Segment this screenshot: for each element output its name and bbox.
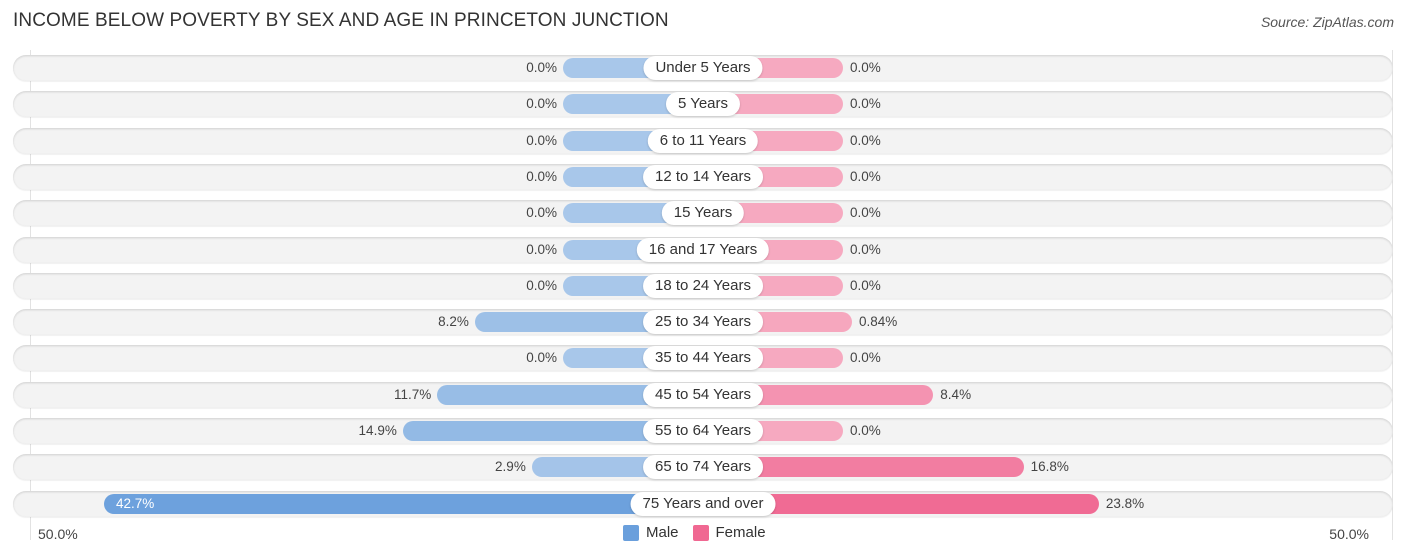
value-label-female: 0.0%	[850, 60, 881, 75]
category-label: 18 to 24 Years	[643, 273, 763, 298]
value-label-male: 8.2%	[438, 314, 469, 330]
value-label-male: 0.0%	[526, 132, 557, 148]
diverging-bar-chart: 0.0% 0.0% Under 5 Years 0.0% 0.0% 5 Years 0.0%…	[0, 0, 1406, 559]
value-label-female: 0.0%	[850, 241, 881, 257]
category-label: 65 to 74 Years	[643, 455, 763, 480]
value-label-male: 0.0%	[526, 350, 557, 366]
value-label-male: 0.0%	[526, 168, 557, 184]
category-label: 35 to 44 Years	[643, 346, 763, 371]
value-label-male: 0.0%	[526, 241, 557, 257]
bar-male[interactable]	[103, 493, 703, 514]
legend-label-female: Female	[715, 524, 766, 541]
value-label-female: 0.0%	[850, 96, 881, 112]
value-label-female: 0.0%	[850, 423, 881, 438]
category-label: 25 to 34 Years	[643, 310, 763, 335]
value-label-male: 0.0%	[526, 60, 557, 75]
category-label: 55 to 64 Years	[643, 419, 763, 443]
category-label: 16 and 17 Years	[636, 237, 770, 262]
axis-label-right: 50.0%	[1329, 526, 1369, 542]
category-label: 15 Years	[661, 201, 745, 226]
legend-swatch-female	[692, 524, 709, 541]
value-label-male: 0.0%	[526, 96, 557, 112]
value-label-female: 0.0%	[850, 277, 881, 293]
value-label-female: 0.0%	[850, 132, 881, 148]
value-label-female: 0.0%	[850, 205, 881, 221]
axis-label-left: 50.0%	[38, 526, 78, 542]
value-label-female: 0.0%	[850, 168, 881, 184]
category-label: 6 to 11 Years	[647, 128, 759, 153]
legend-label-male: Male	[646, 524, 679, 541]
legend-item-male[interactable]: Male	[623, 524, 679, 541]
legend-swatch-male	[623, 524, 639, 541]
value-label-female: 8.4%	[940, 386, 972, 402]
value-label-male: 42.7%	[115, 495, 155, 511]
value-label-female: 23.8%	[1105, 495, 1145, 511]
value-label-female: 16.8%	[1030, 459, 1069, 475]
category-label: 45 to 54 Years	[643, 382, 763, 407]
value-label-female: 0.0%	[850, 350, 881, 366]
value-label-female: 0.84%	[859, 314, 898, 330]
value-label-male: 0.0%	[526, 205, 557, 221]
category-label: 75 Years and over	[630, 491, 776, 516]
value-label-male: 0.0%	[526, 277, 557, 293]
value-label-male: 11.7%	[393, 386, 432, 402]
category-label: 5 Years	[665, 92, 741, 117]
legend-item-female[interactable]: Female	[692, 524, 766, 541]
legend: Male Female	[623, 524, 780, 541]
value-label-male: 2.9%	[495, 459, 526, 475]
category-label: 12 to 14 Years	[643, 164, 763, 189]
category-label: Under 5 Years	[643, 56, 763, 80]
value-label-male: 14.9%	[358, 423, 397, 438]
